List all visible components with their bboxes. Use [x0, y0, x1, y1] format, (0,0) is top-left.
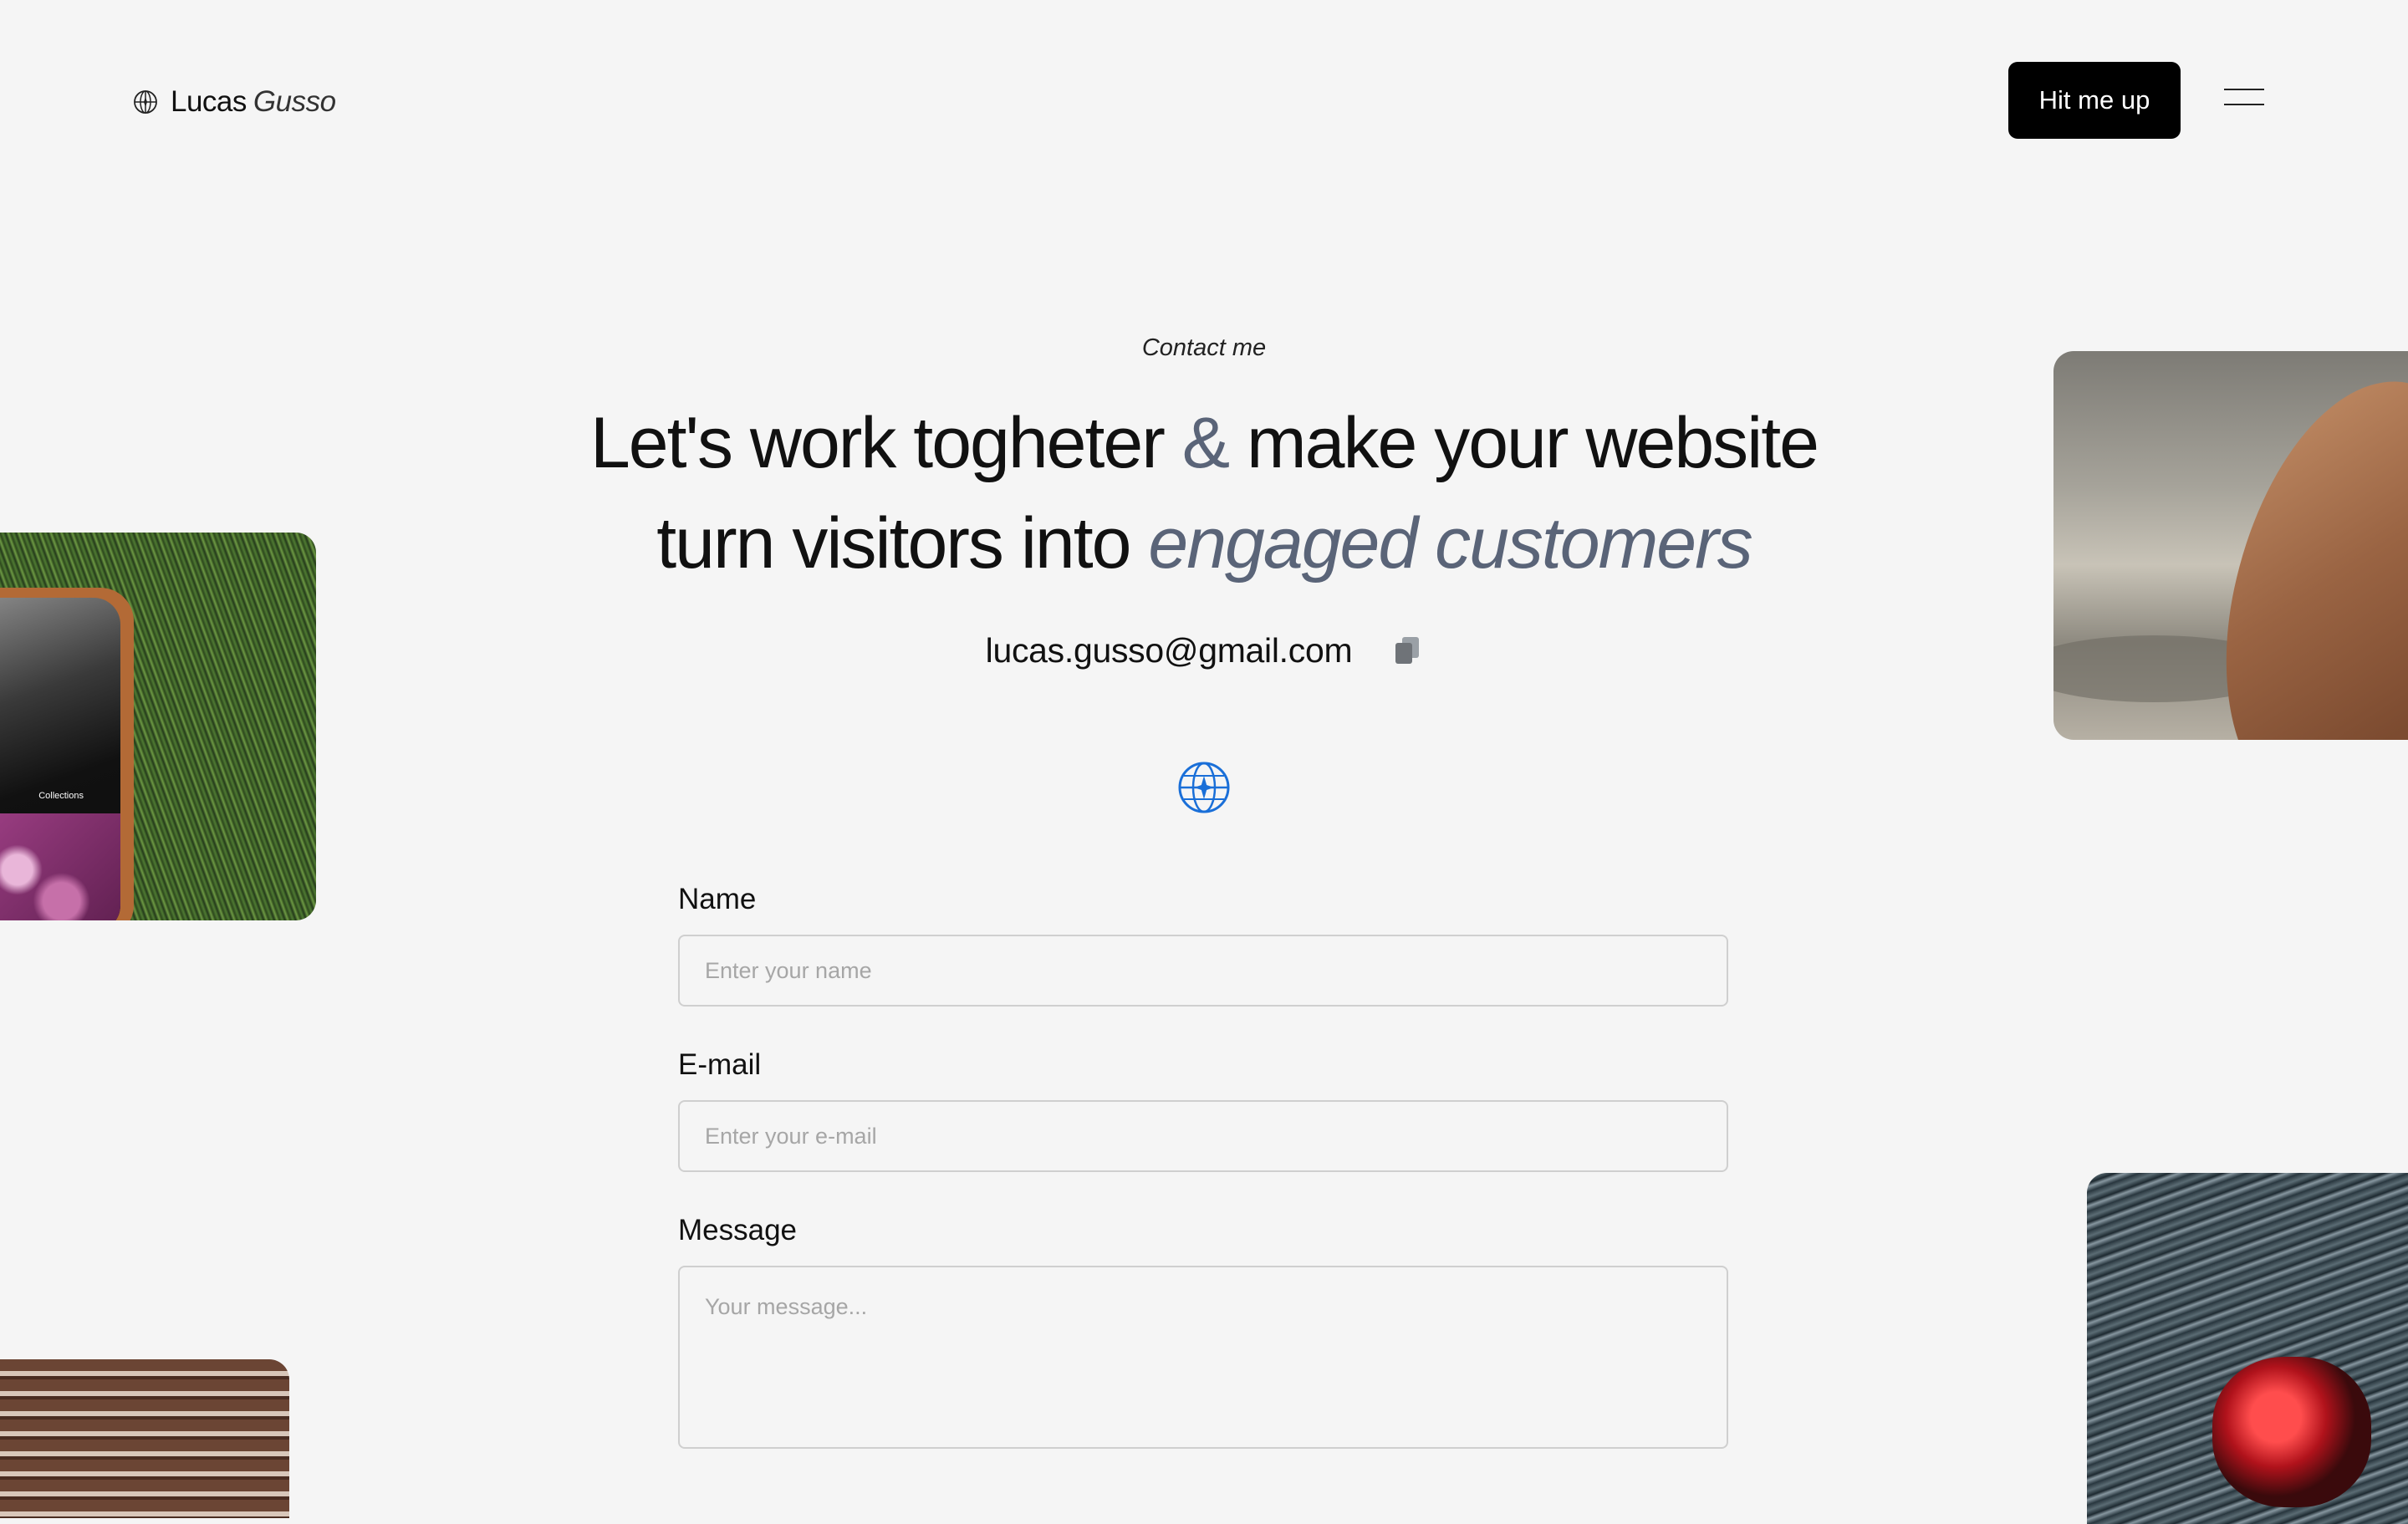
message-label: Message	[678, 1214, 798, 1246]
menu-line-bottom	[2224, 104, 2264, 105]
phone-on-grass-photo: Collections	[0, 533, 316, 920]
sea-flower-photo	[2087, 1173, 2408, 1524]
headline-part-3: turn visitors into	[656, 503, 1149, 584]
brand-last-name: Gusso	[253, 85, 336, 118]
headline-part-1: Let's work togheter	[589, 403, 1182, 483]
hamburger-menu-icon[interactable]	[2224, 85, 2268, 110]
phone-tab-label: Collections	[38, 791, 84, 801]
headline-part-2: make your website	[1228, 403, 1819, 483]
eyebrow-text: Contact me	[1141, 334, 1267, 361]
stairs-photo	[0, 1359, 289, 1518]
brand-logo[interactable]: Lucas Gusso	[132, 82, 336, 122]
email-row: lucas.gusso@gmail.com	[0, 625, 2408, 675]
menu-line-top	[2224, 89, 2264, 90]
red-flower	[2212, 1357, 2371, 1507]
copy-icon[interactable]	[1392, 634, 1422, 667]
name-input[interactable]	[678, 935, 1728, 1007]
globe-crosshair-icon	[132, 89, 159, 115]
name-label: Name	[678, 883, 757, 915]
brand-first-name: Lucas	[171, 85, 247, 118]
brand-name: Lucas Gusso	[171, 85, 336, 119]
page-headline: Let's work togheter & make your website t…	[452, 393, 1956, 594]
beach-cloth-photo	[2053, 351, 2408, 740]
contact-email[interactable]: lucas.gusso@gmail.com	[986, 631, 1353, 670]
hit-me-up-button[interactable]: Hit me up	[2008, 62, 2181, 139]
phone-flower-thumbnail	[0, 813, 120, 920]
globe-icon	[1177, 761, 1231, 814]
headline-ampersand: &	[1181, 403, 1230, 483]
email-label: E-mail	[678, 1048, 762, 1081]
headline-accent: engaged customers	[1148, 503, 1752, 584]
email-input[interactable]	[678, 1100, 1728, 1172]
message-textarea[interactable]	[678, 1266, 1728, 1449]
